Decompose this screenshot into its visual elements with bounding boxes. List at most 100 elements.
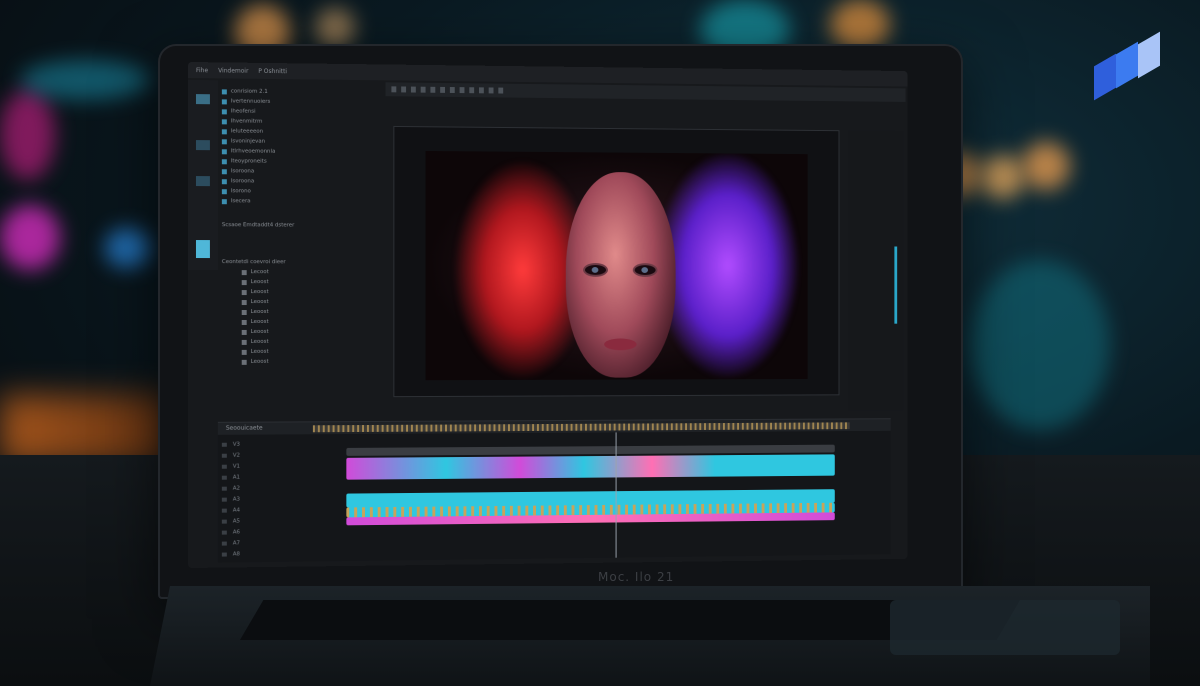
audio-meter-panel [847,130,904,411]
tool-icon[interactable] [459,87,465,94]
item-label: conrisiom 2.1 [230,88,268,95]
hair-purple [656,152,799,378]
item-label: Isoroona [230,178,255,185]
list-item[interactable]: Leoost [222,347,380,357]
tool-icon[interactable] [440,86,446,93]
file-icon [221,148,227,154]
brand-logo [1090,31,1162,104]
file-icon [221,178,227,184]
bokeh-light [0,90,55,180]
file-icon [221,108,227,114]
lock-icon[interactable] [221,453,227,458]
list-item[interactable]: Leoost [222,287,380,297]
project-panel: conrisiom 2.1 Ivertennuoiers Iheofensi I… [221,86,380,236]
effect-icon [241,339,247,345]
effect-icon [241,309,247,315]
tool-button[interactable] [195,176,210,187]
eye [634,265,656,275]
lock-icon[interactable] [221,541,227,546]
item-label: Leoost [250,338,269,345]
item-label: Leoost [250,358,269,365]
tool-button[interactable] [195,240,210,259]
file-icon [221,128,227,134]
list-item[interactable]: Lecoot [222,267,380,277]
editor-screen: Fihe Vindemoir P Oshnitti conrisiom 2.1 … [188,62,908,568]
file-icon [221,118,227,124]
track-header[interactable]: V2 [221,449,311,461]
menu-item[interactable]: P Oshnitti [258,67,287,74]
item-label: Isvoninjevan [230,138,266,145]
item-label: Leoost [250,318,269,325]
lock-icon[interactable] [221,464,227,469]
item-label: Leoost [250,328,269,335]
effect-icon [241,359,247,365]
tool-icon[interactable] [498,87,504,94]
tool-button[interactable] [195,140,210,151]
item-label: Iteoyproneits [230,158,267,165]
track-header[interactable]: A2 [221,482,311,494]
list-item[interactable]: Leoost [222,327,380,337]
list-item[interactable]: Isecera [221,196,380,207]
lock-icon[interactable] [221,508,227,513]
item-label: Leoost [250,279,269,286]
lock-icon[interactable] [221,497,227,502]
lock-icon[interactable] [221,475,227,480]
file-icon [221,138,227,144]
track-name: A5 [232,517,241,525]
lock-icon[interactable] [221,519,227,524]
footer-label: Scsaoe Emdtaddt4 dsterer [221,222,295,229]
track-header[interactable]: V1 [221,460,311,472]
trackpad [890,600,1120,655]
program-monitor[interactable] [393,125,840,398]
track-headers: V3 V2 V1 A1 A2 A3 A4 A5 A6 A7 A8 [221,438,311,560]
track-name: A1 [232,474,241,481]
tool-icon[interactable] [420,86,426,93]
item-label: Leoost [250,309,269,315]
lock-icon[interactable] [221,530,227,535]
list-item[interactable]: Leoost [222,307,380,317]
timeline-header: Seoouicaete [217,419,891,435]
track-name: A2 [232,485,241,492]
bokeh-light [315,8,355,48]
track-name: A7 [232,539,241,546]
item-label: Iheofensi [230,108,256,115]
menu-item[interactable]: Fihe [196,67,208,74]
tool-icon[interactable] [488,87,494,94]
video-clip[interactable] [346,454,835,480]
track-header[interactable]: A4 [221,504,311,516]
list-item[interactable]: Leoost [222,317,380,327]
tool-icon[interactable] [391,86,397,93]
file-icon [221,188,227,194]
eye [584,265,607,275]
track-header[interactable]: V3 [221,438,311,450]
tool-icon[interactable] [478,87,484,94]
lock-icon[interactable] [221,442,227,447]
item-label: Isecera [230,198,251,205]
tool-icon[interactable] [410,86,416,93]
logo-block [1138,31,1160,79]
list-item[interactable]: Leoost [222,337,380,347]
effect-icon [241,299,247,305]
tool-icon[interactable] [430,86,436,93]
item-label: Itlrhveoemonnla [230,148,276,155]
menu-item[interactable]: Vindemoir [218,67,248,74]
track-header[interactable]: A8 [221,548,311,560]
track-name: A4 [232,507,241,514]
playhead[interactable] [615,432,617,558]
lock-icon[interactable] [221,486,227,491]
lock-icon[interactable] [221,552,227,557]
track-header[interactable]: A3 [221,493,311,505]
time-ruler[interactable] [312,422,850,433]
item-label: Isorono [230,188,251,195]
list-item[interactable]: Leoost [222,277,380,287]
tool-icon[interactable] [469,87,475,94]
tool-icon[interactable] [449,87,455,93]
file-icon [221,88,227,94]
list-item[interactable]: Leoost [222,297,380,307]
file-icon [221,198,227,204]
tool-icon[interactable] [401,86,407,93]
track-header[interactable]: A1 [221,471,311,483]
tools-panel [188,80,218,271]
tool-button[interactable] [195,94,210,105]
list-item[interactable]: Leoost [222,357,380,367]
